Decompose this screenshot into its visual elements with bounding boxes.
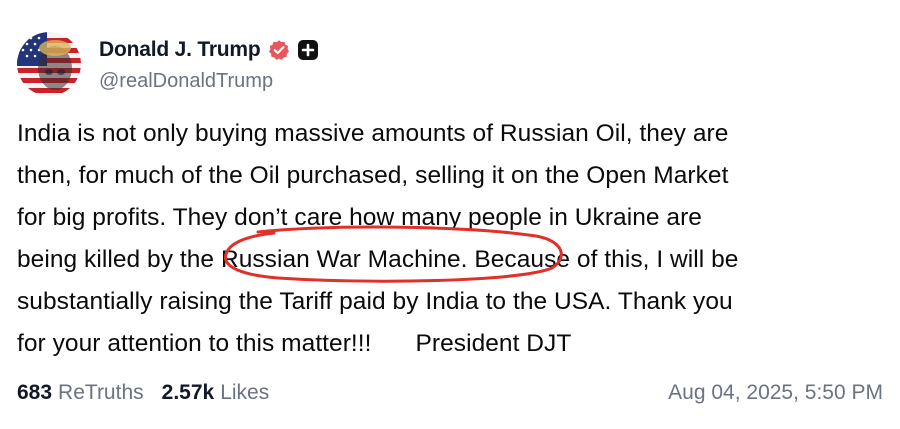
author-name-row: Donald J. Trump xyxy=(99,36,319,64)
post-body: India is not only buying massive amounts… xyxy=(17,113,877,365)
likes-label: Likes xyxy=(220,381,270,404)
author-handle[interactable]: @realDonaldTrump xyxy=(99,70,273,93)
signature-text: President DJT xyxy=(415,330,572,357)
post-line-segment: for your attention to this matter!!! xyxy=(17,330,372,357)
retruths-label: ReTruths xyxy=(58,381,144,404)
avatar[interactable] xyxy=(17,32,81,96)
post-line-annotated: being killed by the Russian War Machine.… xyxy=(17,239,877,281)
author-display-name[interactable]: Donald J. Trump xyxy=(99,38,261,62)
post-line: for big profits. They don’t care how man… xyxy=(17,204,702,231)
circled-phrase: Russian War Machine. xyxy=(220,246,468,273)
post-line: substantially raising the Tariff paid by… xyxy=(17,288,733,315)
post-line-signoff: for your attention to this matter!!! Pres… xyxy=(17,323,877,365)
retruths-count: 683 xyxy=(17,381,53,404)
post-line: then, for much of the Oil purchased, sel… xyxy=(17,162,729,189)
truth-social-post: Donald J. Trump @realDonaldTrump India i… xyxy=(0,0,900,429)
post-line-segment: being killed by the xyxy=(17,246,221,273)
post-line-segment: Because of this, I will be xyxy=(467,246,739,273)
verified-badge-icon xyxy=(268,39,290,61)
plus-badge-icon xyxy=(297,39,319,61)
post-timestamp[interactable]: Aug 04, 2025, 5:50 PM xyxy=(668,381,883,405)
post-line: India is not only buying massive amounts… xyxy=(17,120,729,147)
avatar-image xyxy=(17,32,81,96)
post-footer: 683 ReTruths 2.57k Likes Aug 04, 2025, 5… xyxy=(17,378,883,408)
likes-count: 2.57k xyxy=(161,381,215,404)
retruths-stat[interactable]: 683 ReTruths xyxy=(17,381,144,405)
likes-stat[interactable]: 2.57k Likes xyxy=(162,381,270,405)
